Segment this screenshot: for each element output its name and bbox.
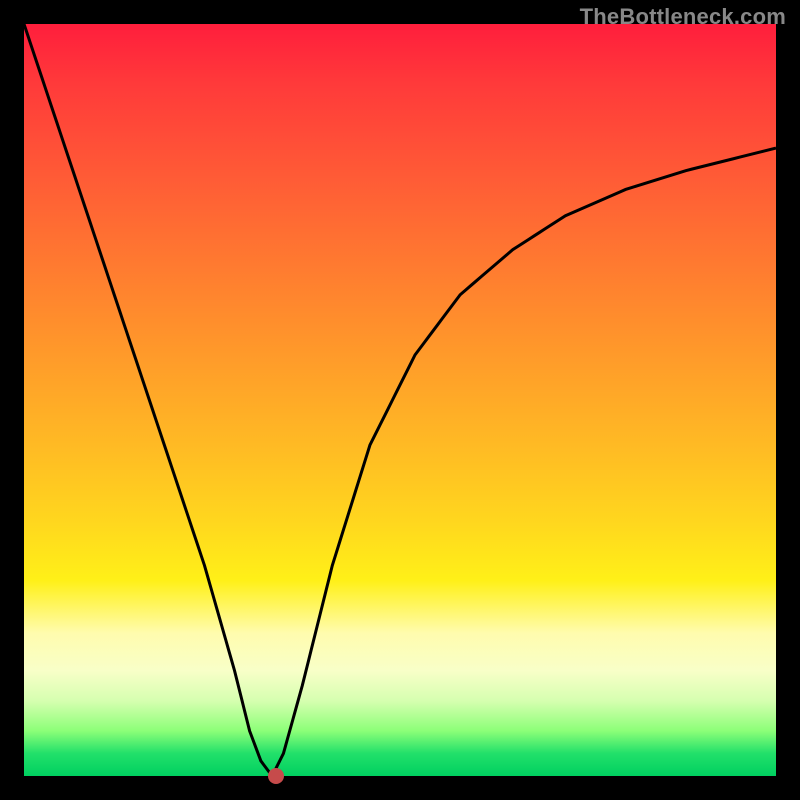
- bottleneck-curve: [24, 24, 776, 776]
- plot-area: [24, 24, 776, 776]
- chart-stage: TheBottleneck.com: [0, 0, 800, 800]
- curve-layer: [24, 24, 776, 776]
- min-marker: [268, 768, 284, 784]
- watermark-text: TheBottleneck.com: [580, 4, 786, 30]
